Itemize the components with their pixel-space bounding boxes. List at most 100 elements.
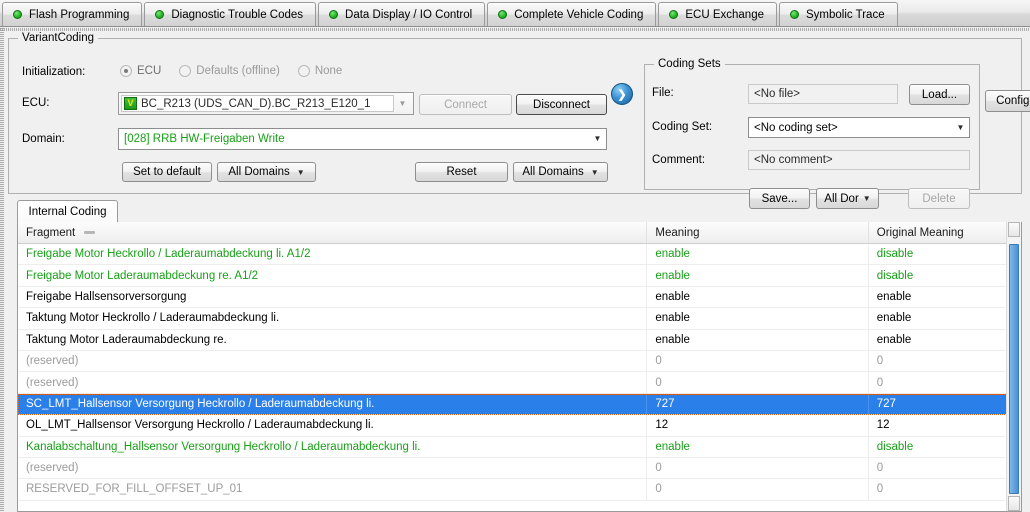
window-frame-left [0,28,4,512]
cell-original: 0 [869,372,1021,393]
tab-label: ECU Exchange [685,8,764,21]
ecu-combo[interactable]: V BC_R213 (UDS_CAN_D).BC_R213_E120_1 ▼ [118,92,414,115]
tab-label: Complete Vehicle Coding [514,8,644,21]
cell-meaning: 12 [647,415,869,436]
cell-fragment: (reserved) [18,457,648,479]
initialization-label: Initialization: [22,66,86,78]
connect-button[interactable]: Connect [419,94,512,115]
table-row[interactable]: Freigabe Motor Laderaumabdeckung re. A1/… [18,265,1021,287]
variant-coding-title: VariantCoding [18,32,99,44]
ecu-label: ECU: [22,97,50,109]
table-row[interactable]: Taktung Motor Laderaumabdeckung re. enabl… [18,329,1021,351]
table-row[interactable]: (reserved) 0 0 [18,350,1021,373]
column-header-meaning[interactable]: Meaning [647,222,869,243]
tab-symbolic-trace[interactable]: Symbolic Trace [778,2,898,26]
green-led-icon [669,10,679,19]
domain-combo[interactable]: [028] RRB HW-Freigaben Write ▼ [118,128,607,150]
coding-grid: Fragment Meaning Original Meaning Freigabe… [18,222,1021,511]
chevron-right-circle-icon[interactable]: ❯ [611,83,633,105]
table-row[interactable]: Taktung Motor Heckrollo / Laderaumabdeck… [18,308,1021,330]
tab-ecu-exchange[interactable]: ECU Exchange [658,2,777,26]
cell-fragment: (reserved) [18,350,648,372]
scroll-up-button[interactable] [1008,222,1020,237]
tab-flash-programming[interactable]: Flash Programming [2,2,143,26]
initialization-radio-group[interactable]: ECU Defaults (offline) None [120,65,342,77]
column-header-label: Original Meaning [876,226,964,239]
cell-original: disable [869,244,1021,265]
reset-scope-dropdown[interactable]: All Domains ▼ [513,162,608,182]
comment-label: Comment: [652,154,706,166]
cell-meaning: enable [647,286,869,308]
set-to-default-scope-dropdown[interactable]: All Domains ▼ [217,162,316,182]
green-led-icon [789,10,799,19]
cell-fragment: Freigabe Motor Heckrollo / Laderaumabdec… [18,244,648,265]
delete-button[interactable]: Delete [908,188,970,209]
cell-meaning: enable [647,244,869,265]
tab-internal-coding[interactable]: Internal Coding [17,200,118,223]
table-row[interactable]: SC_LMT_Hallsensor Versorgung Heckrollo /… [18,393,1021,416]
cell-meaning: 0 [647,479,869,500]
vertical-scrollbar[interactable] [1006,222,1021,511]
cell-meaning: enable [647,265,869,286]
radio-ecu[interactable]: ECU [120,65,161,77]
reset-button[interactable]: Reset [415,162,508,182]
ecu-variant-icon: V [124,97,137,110]
cell-fragment: Taktung Motor Heckrollo / Laderaumabdeck… [18,308,648,329]
cell-original: disable [869,265,1021,286]
coding-sets-title: Coding Sets [654,58,725,70]
chevron-down-icon: ▼ [296,167,305,177]
tab-label: Diagnostic Trouble Codes [171,8,304,21]
chevron-down-icon[interactable]: ▼ [589,135,606,143]
table-row[interactable]: Freigabe Motor Heckrollo / Laderaumabdec… [18,244,1021,266]
green-led-icon [329,10,339,19]
coding-set-value: <No coding set> [754,121,838,134]
scrollbar-thumb[interactable] [1009,244,1019,494]
table-row[interactable]: Kanalabschaltung_Hallsensor Versorgung H… [18,436,1021,458]
cell-fragment: SC_LMT_Hallsensor Versorgung Heckrollo /… [18,393,648,415]
chevron-down-icon[interactable]: ▼ [952,123,969,132]
cell-fragment: RESERVED_FOR_FILL_OFFSET_UP_01 [18,479,648,500]
cell-meaning: enable [647,436,869,457]
table-row[interactable]: (reserved) 0 0 [18,372,1021,394]
cell-meaning: enable [647,308,869,329]
tab-internal-coding-label: Internal Coding [28,205,107,218]
cell-fragment: OL_LMT_Hallsensor Versorgung Heckrollo /… [18,415,648,436]
cell-meaning: 0 [647,457,869,479]
column-header-original[interactable]: Original Meaning [869,222,1021,243]
configure-button[interactable]: Configu [985,90,1030,112]
column-header-fragment[interactable]: Fragment [18,222,648,243]
tab-label: Symbolic Trace [805,8,885,21]
main-tabstrip: Flash Programming Diagnostic Trouble Code… [0,0,1030,27]
cell-original: 0 [869,350,1021,372]
internal-coding-panel: Fragment Meaning Original Meaning Freigabe… [17,222,1022,512]
radio-none[interactable]: None [297,65,342,77]
save-scope-dropdown[interactable]: All Dor ▼ [816,188,879,209]
coding-grid-rows[interactable]: Freigabe Motor Heckrollo / Laderaumabdec… [18,244,1021,511]
disconnect-button[interactable]: Disconnect [516,94,607,115]
coding-set-combo[interactable]: <No coding set> ▼ [748,117,970,138]
radio-dot-icon [297,65,310,77]
table-row[interactable]: Freigabe Hallsensorversorgung enable enabl… [18,286,1021,309]
table-row[interactable]: RESERVED_FOR_FILL_OFFSET_UP_01 0 0 [18,479,1021,501]
save-button[interactable]: Save... [749,188,810,209]
column-header-label: Fragment [26,226,76,239]
ecu-combo-value: BC_R213 (UDS_CAN_D).BC_R213_E120_1 [141,97,371,110]
coding-grid-header[interactable]: Fragment Meaning Original Meaning [18,222,1021,244]
green-led-icon [13,10,22,19]
set-to-default-button[interactable]: Set to default [122,162,212,182]
tab-data-display-io-control[interactable]: Data Display / IO Control [318,2,486,26]
cell-original: 12 [869,415,1021,436]
comment-value: <No comment> [748,150,970,170]
scroll-down-button[interactable] [1008,496,1020,511]
chevron-down-icon[interactable]: ▼ [394,99,411,108]
tab-diagnostic-trouble-codes[interactable]: Diagnostic Trouble Codes [144,2,317,26]
cell-original: enable [869,329,1021,350]
cell-original: 0 [869,457,1021,479]
radio-dot-icon [120,65,132,77]
table-row[interactable]: OL_LMT_Hallsensor Versorgung Heckrollo /… [18,415,1021,437]
cell-meaning: 0 [647,350,869,372]
load-button[interactable]: Load... [909,84,970,105]
radio-defaults-offline[interactable]: Defaults (offline) [179,65,280,77]
table-row[interactable]: (reserved) 0 0 [18,457,1021,480]
tab-complete-vehicle-coding[interactable]: Complete Vehicle Coding [487,2,657,26]
